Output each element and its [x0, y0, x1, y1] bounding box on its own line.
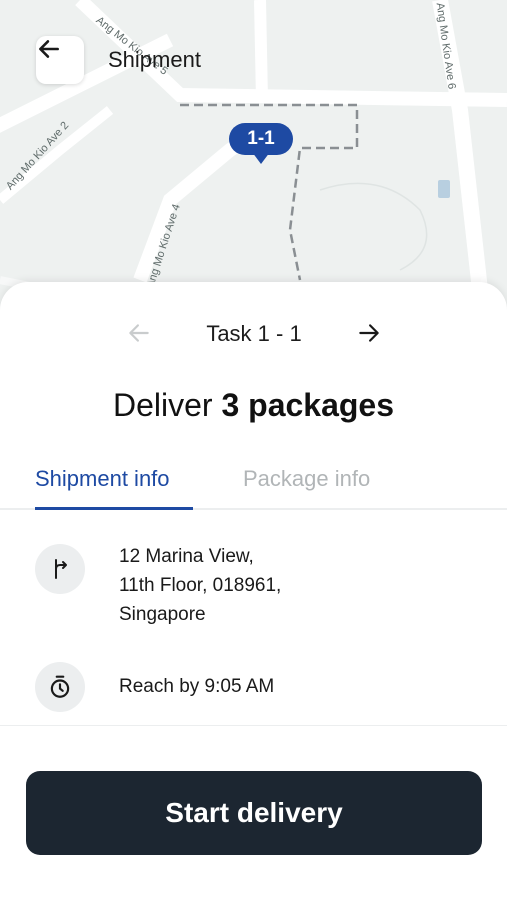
arrow-right-icon: [359, 324, 379, 342]
timer-icon: [35, 662, 85, 712]
tab-shipment-info[interactable]: Shipment info: [35, 466, 193, 510]
tab-package-info[interactable]: Package info: [243, 466, 370, 510]
arrow-left-icon: [129, 324, 149, 342]
info-tabs: Shipment info Package info: [0, 462, 507, 510]
delivery-address: 12 Marina View, 11th Floor, 018961, Sing…: [119, 542, 281, 629]
next-task-button[interactable]: [354, 316, 384, 350]
address-line: Singapore: [119, 604, 206, 625]
address-line: 11th Floor, 018961,: [119, 575, 282, 596]
arrow-left-icon: [39, 40, 59, 58]
start-delivery-button[interactable]: Start delivery: [26, 771, 482, 855]
address-row: 12 Marina View, 11th Floor, 018961, Sing…: [0, 542, 507, 632]
reach-by-time: Reach by 9:05 AM: [119, 676, 275, 697]
headline-package-count: 3 packages: [221, 387, 395, 423]
address-line: 12 Marina View,: [119, 546, 254, 567]
map-view[interactable]: Ang Mo Kio Ave 5 Ang Mo Kio Ave 2 Ang Mo…: [0, 0, 507, 330]
map-pin[interactable]: 1-1: [229, 123, 293, 155]
back-button[interactable]: [36, 36, 84, 84]
task-label: Task 1 - 1: [206, 321, 302, 346]
task-navigator: Task 1 - 1: [0, 316, 507, 350]
previous-task-button[interactable]: [124, 316, 154, 350]
page-title: Shipment: [108, 47, 201, 72]
map-pin-tail: [252, 152, 270, 164]
headline-prefix: Deliver: [112, 387, 222, 423]
delivery-headline: Deliver 3 packages: [0, 387, 507, 424]
directions-icon: [35, 544, 85, 594]
divider: [0, 725, 507, 726]
reach-by-row: Reach by 9:05 AM: [0, 662, 507, 714]
